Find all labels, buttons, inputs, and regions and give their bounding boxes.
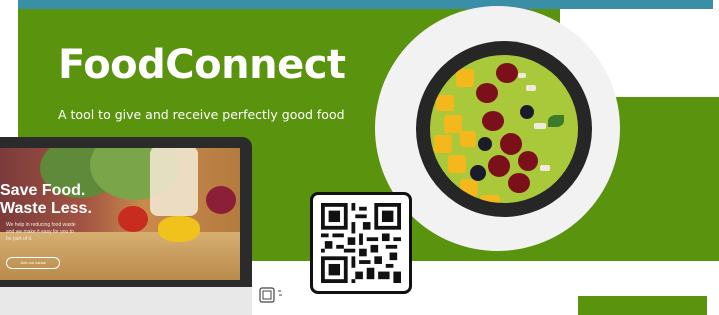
mango-piece xyxy=(444,115,462,133)
laptop-screen: Save Food. Waste Less. We help in reduci… xyxy=(0,148,240,280)
blackberry xyxy=(470,165,486,181)
tagline: A tool to give and receive perfectly goo… xyxy=(58,107,345,122)
blackberry xyxy=(478,137,492,151)
laptop-body-text: We help in reducing food waste and we ma… xyxy=(6,222,76,242)
strawberry xyxy=(476,83,498,103)
scan-icon xyxy=(259,287,282,303)
coconut-flake xyxy=(518,73,526,78)
mango-piece xyxy=(460,179,478,197)
mint-leaf xyxy=(548,115,564,127)
coconut-flake xyxy=(526,85,536,91)
page-title: FoodConnect xyxy=(58,42,346,88)
strawberry xyxy=(500,133,522,155)
coconut-flake xyxy=(534,123,546,129)
mango-piece xyxy=(456,69,474,87)
smoothie-bowl-contents xyxy=(430,55,578,203)
pepper-image xyxy=(158,216,200,242)
mango-piece xyxy=(460,131,476,147)
strawberry xyxy=(496,63,518,83)
bottom-green-block xyxy=(578,296,707,315)
mango-piece xyxy=(448,155,466,173)
laptop-headline: Save Food. Waste Less. xyxy=(0,182,92,217)
top-accent-bar xyxy=(18,0,713,9)
coconut-flake xyxy=(540,165,550,171)
join-cause-button[interactable]: Join our cause xyxy=(6,257,60,269)
strawberry xyxy=(488,155,510,177)
mango-piece xyxy=(480,195,500,203)
onion-image xyxy=(206,186,236,214)
strawberry xyxy=(482,111,504,131)
blackberry xyxy=(520,105,534,119)
laptop-base xyxy=(0,287,252,315)
qr-code-icon xyxy=(321,203,401,283)
strawberry xyxy=(508,173,530,193)
qr-code[interactable] xyxy=(310,192,412,294)
tomato-image xyxy=(118,206,148,232)
mango-piece xyxy=(434,135,452,153)
bottle-image xyxy=(150,148,198,216)
laptop-mockup: Save Food. Waste Less. We help in reduci… xyxy=(0,137,252,289)
mango-piece xyxy=(436,95,454,111)
strawberry xyxy=(518,151,538,171)
